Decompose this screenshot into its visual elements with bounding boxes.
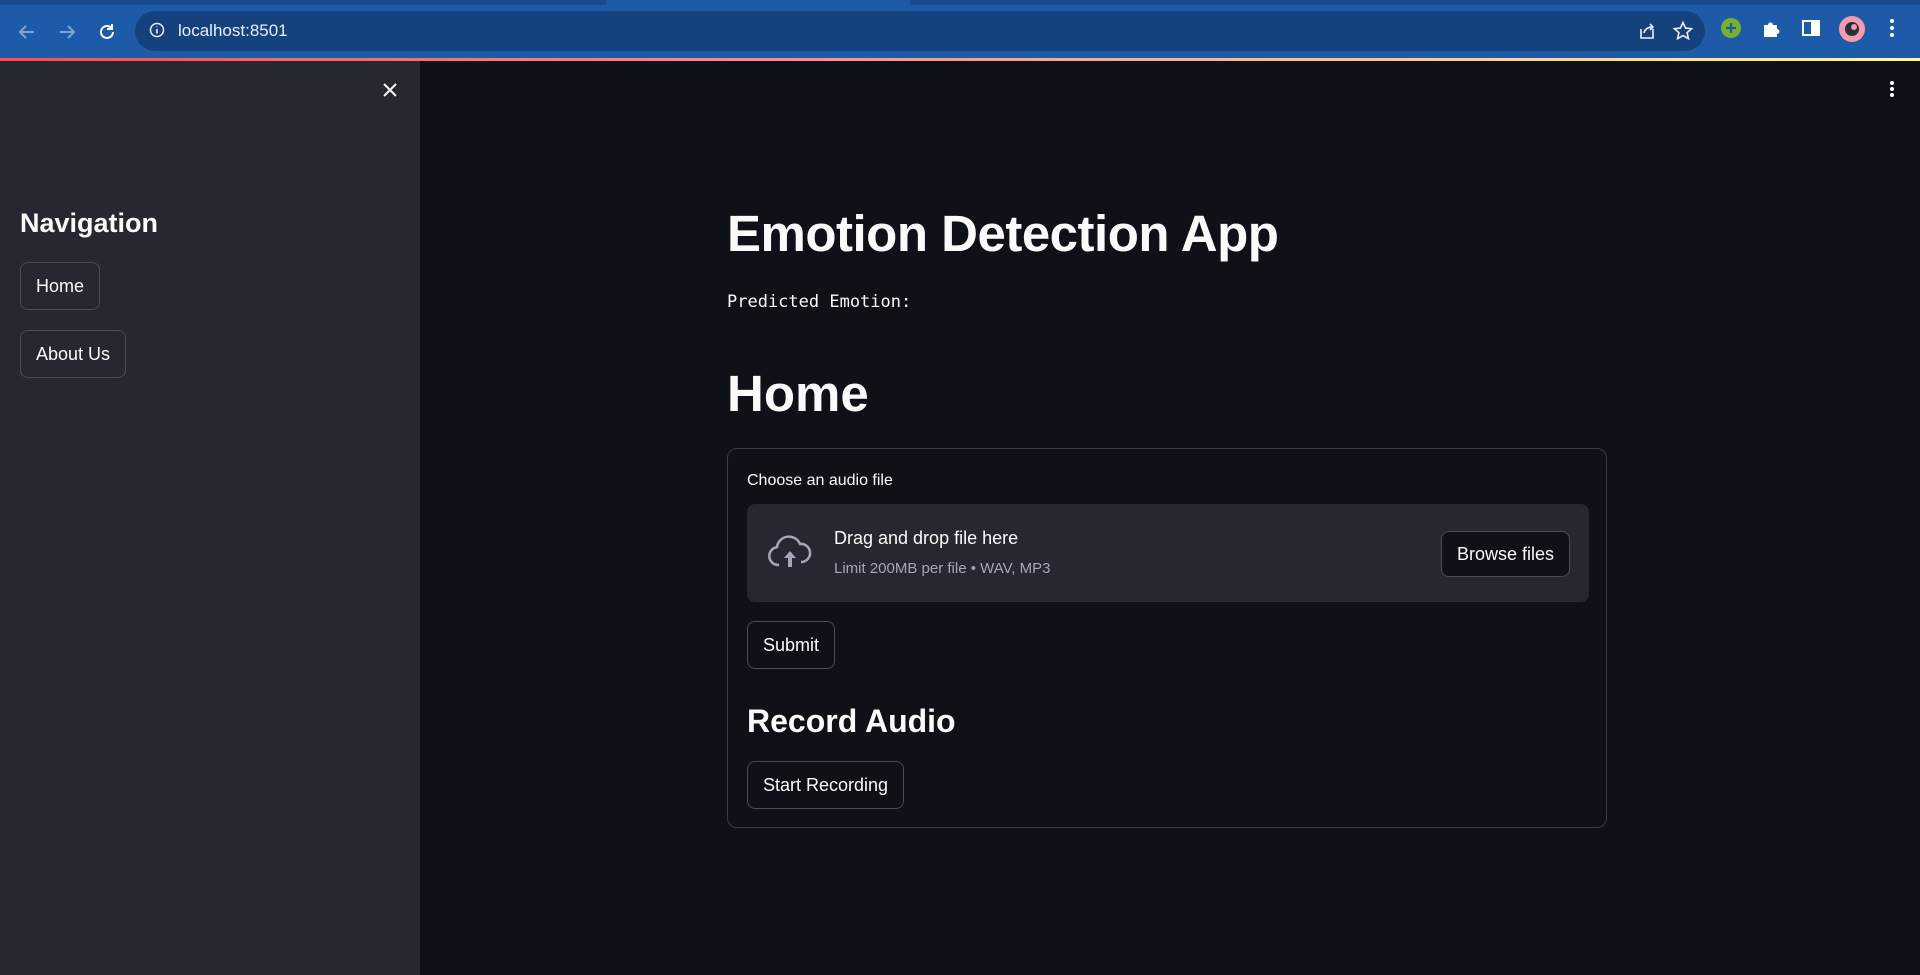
sidebar: Navigation Home About Us [0, 61, 420, 975]
sidebar-item-home[interactable]: Home [20, 262, 101, 310]
file-dropzone[interactable]: Drag and drop file here Limit 200MB per … [747, 504, 1589, 602]
info-icon[interactable] [149, 22, 165, 43]
address-bar[interactable]: localhost:8501 [135, 11, 1705, 51]
file-uploader-label: Choose an audio file [747, 472, 893, 489]
forward-arrow-icon[interactable] [52, 17, 82, 47]
side-panel-icon[interactable] [1800, 17, 1822, 44]
share-icon[interactable] [1637, 21, 1657, 46]
tab-strip [0, 0, 1920, 5]
predicted-emotion-text: Predicted Emotion: [727, 292, 912, 312]
reload-icon[interactable] [92, 17, 122, 47]
extension-plus-icon[interactable] [1720, 17, 1742, 44]
puzzle-icon[interactable] [1760, 17, 1782, 44]
page-title: Emotion Detection App [727, 205, 1279, 262]
close-icon[interactable] [380, 80, 400, 105]
dropzone-instructions: Drag and drop file here [834, 528, 1019, 548]
browse-files-button[interactable]: Browse files [1440, 531, 1570, 577]
main-menu-icon[interactable] [1886, 80, 1898, 103]
dropzone-limit: Limit 200MB per file • WAV, MP3 [834, 560, 1051, 577]
sidebar-heading: Navigation [20, 208, 159, 238]
kebab-menu-icon[interactable] [1884, 17, 1900, 44]
back-arrow-icon[interactable] [12, 17, 42, 47]
sidebar-item-about-us[interactable]: About Us [20, 330, 127, 378]
record-audio-heading: Record Audio [747, 703, 956, 739]
start-recording-button[interactable]: Start Recording [747, 761, 905, 809]
active-tab[interactable] [606, 0, 910, 5]
home-heading: Home [727, 365, 869, 422]
avatar[interactable] [1839, 16, 1865, 47]
star-icon[interactable] [1672, 20, 1694, 47]
cloud-upload-icon [767, 534, 813, 575]
submit-button[interactable]: Submit [747, 621, 836, 669]
url-text[interactable]: localhost:8501 [178, 21, 288, 41]
upload-form: Choose an audio file Drag and drop file … [727, 448, 1607, 828]
browser-toolbar: localhost:8501 [0, 0, 1920, 58]
